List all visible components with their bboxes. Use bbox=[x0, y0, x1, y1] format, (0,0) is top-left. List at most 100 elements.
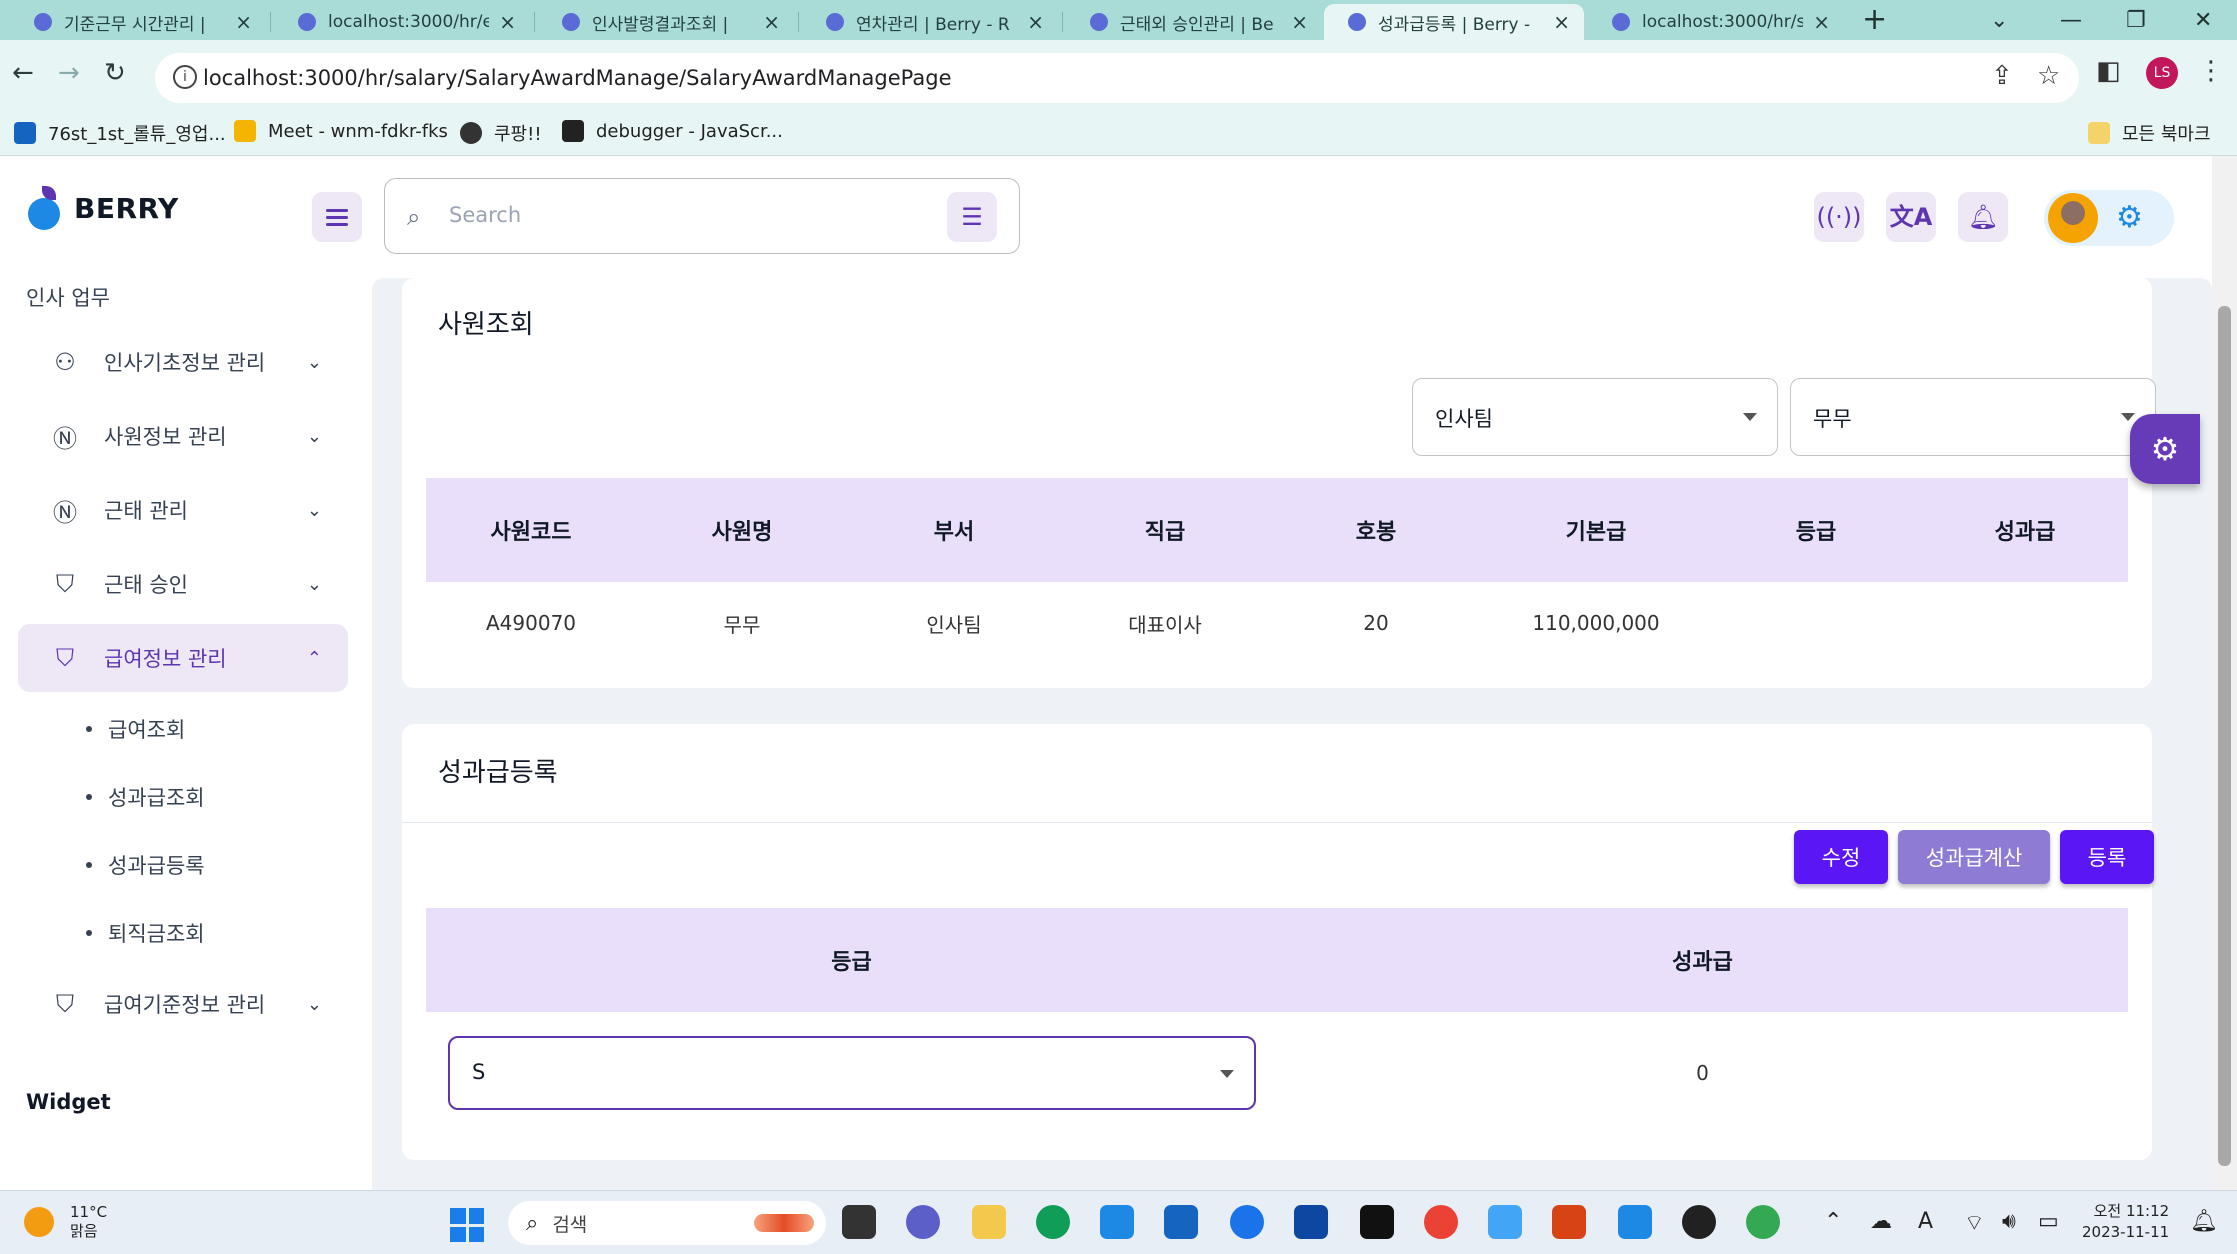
wifi-icon[interactable]: ⌔ bbox=[1964, 1209, 1985, 1237]
berry-logo[interactable]: BERRY bbox=[24, 186, 179, 230]
restore-icon[interactable]: ❐ bbox=[2126, 0, 2146, 40]
chevron-down-icon: ⌄ bbox=[306, 499, 322, 521]
employee-name-select[interactable]: 무무 bbox=[1790, 378, 2156, 456]
search-input[interactable]: ⌕ Search ☰ bbox=[384, 178, 1020, 254]
tab-favicon-icon bbox=[826, 13, 844, 31]
close-tab-icon[interactable]: × bbox=[499, 10, 516, 34]
bookmark-item[interactable]: Meet - wnm-fdkr-fks bbox=[234, 120, 448, 142]
forward-arrow-icon[interactable]: → bbox=[58, 58, 80, 88]
address-bar[interactable]: i localhost:3000/hr/salary/SalaryAwardMa… bbox=[155, 53, 2079, 103]
windows-start-icon[interactable] bbox=[450, 1208, 484, 1242]
camera-app-icon[interactable] bbox=[1488, 1205, 1522, 1239]
sidebar-subitem-severance-inquiry[interactable]: 퇴직금조회 bbox=[86, 918, 205, 948]
sidebar-item-salary-info[interactable]: ⛉ 급여정보 관리 ⌃ bbox=[18, 624, 348, 692]
taskbar-search-input[interactable]: ⌕ 검색 bbox=[508, 1201, 826, 1245]
edge-browser-icon[interactable] bbox=[1036, 1205, 1070, 1239]
browser-menu-icon[interactable]: ⋮ bbox=[2198, 56, 2224, 86]
bell-icon[interactable]: 🔔︎ bbox=[1958, 192, 2008, 242]
bookmark-label: Meet - wnm-fdkr-fks bbox=[268, 120, 448, 142]
task-view-icon[interactable] bbox=[842, 1205, 876, 1239]
side-panel-icon[interactable]: ◧ bbox=[2096, 56, 2121, 86]
sidebar-item-attendance[interactable]: Ⓝ 근태 관리 ⌄ bbox=[18, 476, 348, 544]
close-window-icon[interactable]: ✕ bbox=[2194, 0, 2212, 40]
scrollbar-thumb[interactable] bbox=[2218, 306, 2231, 1166]
tab-separator bbox=[534, 12, 535, 32]
battery-icon[interactable]: ▭ bbox=[2038, 1209, 2059, 1234]
customization-gear-icon[interactable]: ⚙ bbox=[2130, 414, 2200, 484]
bullet-icon bbox=[86, 930, 92, 936]
register-button[interactable]: 등록 bbox=[2060, 830, 2154, 884]
taskbar-clock[interactable]: 오전 11:12 2023-11-11 bbox=[2082, 1201, 2169, 1243]
grade-select-value: S bbox=[472, 1060, 486, 1084]
browser-tab[interactable]: localhost:3000/hr/en × bbox=[274, 4, 530, 40]
sun-icon bbox=[24, 1207, 54, 1237]
file-explorer-icon[interactable] bbox=[972, 1205, 1006, 1239]
browser-tab[interactable]: 기준근무 시간관리 | × bbox=[10, 4, 266, 40]
volume-icon[interactable]: 🔊︎ bbox=[2002, 1209, 2016, 1234]
profile-avatar[interactable]: LS bbox=[2146, 57, 2178, 89]
close-tab-icon[interactable]: × bbox=[235, 10, 252, 34]
intellij-icon[interactable] bbox=[1360, 1205, 1394, 1239]
store-icon[interactable] bbox=[1164, 1205, 1198, 1239]
ime-icon[interactable]: A bbox=[1918, 1209, 1933, 1234]
tab-search-chevron-icon[interactable]: ⌄ bbox=[1990, 0, 2008, 40]
tray-chevron-up-icon[interactable]: ⌃ bbox=[1824, 1209, 1842, 1234]
minimize-icon[interactable]: — bbox=[2060, 0, 2082, 40]
close-tab-icon[interactable]: × bbox=[1813, 10, 1830, 34]
sidebar-item-attendance-approval[interactable]: ⛉ 근태 승인 ⌄ bbox=[18, 550, 348, 618]
browser-tab[interactable]: 인사발령결과조회 | × bbox=[538, 4, 794, 40]
sidebar-item-basic-hr[interactable]: ⚇ 인사기초정보 관리 ⌄ bbox=[18, 328, 348, 396]
remote-desktop-icon[interactable] bbox=[1100, 1205, 1134, 1239]
address-url[interactable]: localhost:3000/hr/salary/SalaryAwardMana… bbox=[203, 66, 952, 90]
sidebar-subitem-salary-inquiry[interactable]: 급여조회 bbox=[86, 714, 185, 744]
back-arrow-icon[interactable]: ← bbox=[12, 58, 34, 88]
bookmark-item[interactable]: 76st_1st_롤튜_영업... bbox=[14, 120, 226, 146]
tab-favicon-icon bbox=[1348, 13, 1366, 31]
weather-widget[interactable]: 11°C 맑음 bbox=[24, 1203, 107, 1241]
sidebar-subitem-award-inquiry[interactable]: 성과급조회 bbox=[86, 782, 205, 812]
table-row[interactable]: A490070 무무 인사팀 대표이사 20 110,000,000 bbox=[426, 584, 2128, 662]
bookmark-star-icon[interactable]: ☆ bbox=[2037, 61, 2060, 91]
close-tab-icon[interactable]: × bbox=[1291, 10, 1308, 34]
chrome-profile-icon[interactable] bbox=[1746, 1205, 1780, 1239]
vscode-icon[interactable] bbox=[1618, 1205, 1652, 1239]
page-scrollbar[interactable] bbox=[2212, 156, 2237, 1190]
browser-tab[interactable]: localhost:3000/hr/sa × bbox=[1588, 4, 1844, 40]
menu-toggle-button[interactable] bbox=[312, 192, 362, 242]
share-icon[interactable]: ⇪ bbox=[1991, 61, 2013, 91]
notification-icon[interactable]: 🔔︎ bbox=[2190, 1209, 2218, 1234]
sidebar-subitem-award-register[interactable]: 성과급등록 bbox=[86, 850, 205, 880]
edit-button[interactable]: 수정 bbox=[1794, 830, 1888, 884]
powerpoint-icon[interactable] bbox=[1552, 1205, 1586, 1239]
browser-tab[interactable]: 연차관리 | Berry - R × bbox=[802, 4, 1058, 40]
new-tab-button[interactable]: + bbox=[1862, 2, 1887, 37]
clock-date: 2023-11-11 bbox=[2082, 1223, 2170, 1241]
broadcast-icon[interactable]: ((·)) bbox=[1814, 192, 1864, 242]
x-app-icon[interactable] bbox=[1294, 1205, 1328, 1239]
filter-adjust-icon[interactable]: ☰ bbox=[947, 192, 997, 242]
network-cloud-icon[interactable]: ☁ bbox=[1870, 1209, 1892, 1234]
chat-icon[interactable] bbox=[906, 1205, 940, 1239]
translate-icon[interactable]: 文A bbox=[1886, 192, 1936, 242]
browser-tab-active[interactable]: 성과급등록 | Berry - × bbox=[1324, 4, 1584, 40]
grade-select[interactable]: S bbox=[448, 1036, 1256, 1110]
calculate-award-button[interactable]: 성과급계산 bbox=[1898, 830, 2050, 884]
bookmark-item[interactable]: 쿠팡!! bbox=[460, 120, 542, 146]
sidebar-item-label: 급여정보 관리 bbox=[104, 647, 227, 671]
all-bookmarks-item[interactable]: 모든 북마크 bbox=[2088, 120, 2211, 146]
profile-menu-button[interactable]: ⚙ bbox=[2044, 190, 2174, 246]
bookmark-item[interactable]: debugger - JavaScr... bbox=[562, 120, 783, 142]
close-tab-icon[interactable]: × bbox=[1553, 10, 1570, 34]
site-info-icon[interactable]: i bbox=[173, 65, 197, 89]
browser-tab[interactable]: 근태외 승인관리 | Be × bbox=[1066, 4, 1322, 40]
department-select[interactable]: 인사팀 bbox=[1412, 378, 1778, 456]
close-tab-icon[interactable]: × bbox=[1027, 10, 1044, 34]
close-tab-icon[interactable]: × bbox=[763, 10, 780, 34]
sidebar-item-label: 근태 관리 bbox=[104, 499, 188, 523]
reload-icon[interactable]: ↻ bbox=[104, 58, 126, 88]
sidebar-item-salary-standard[interactable]: ⛉ 급여기준정보 관리 ⌄ bbox=[18, 970, 348, 1038]
chrome-icon[interactable] bbox=[1424, 1205, 1458, 1239]
app-arrow-icon[interactable] bbox=[1230, 1205, 1264, 1239]
media-player-icon[interactable] bbox=[1682, 1205, 1716, 1239]
sidebar-item-employee-info[interactable]: Ⓝ 사원정보 관리 ⌄ bbox=[18, 402, 348, 470]
